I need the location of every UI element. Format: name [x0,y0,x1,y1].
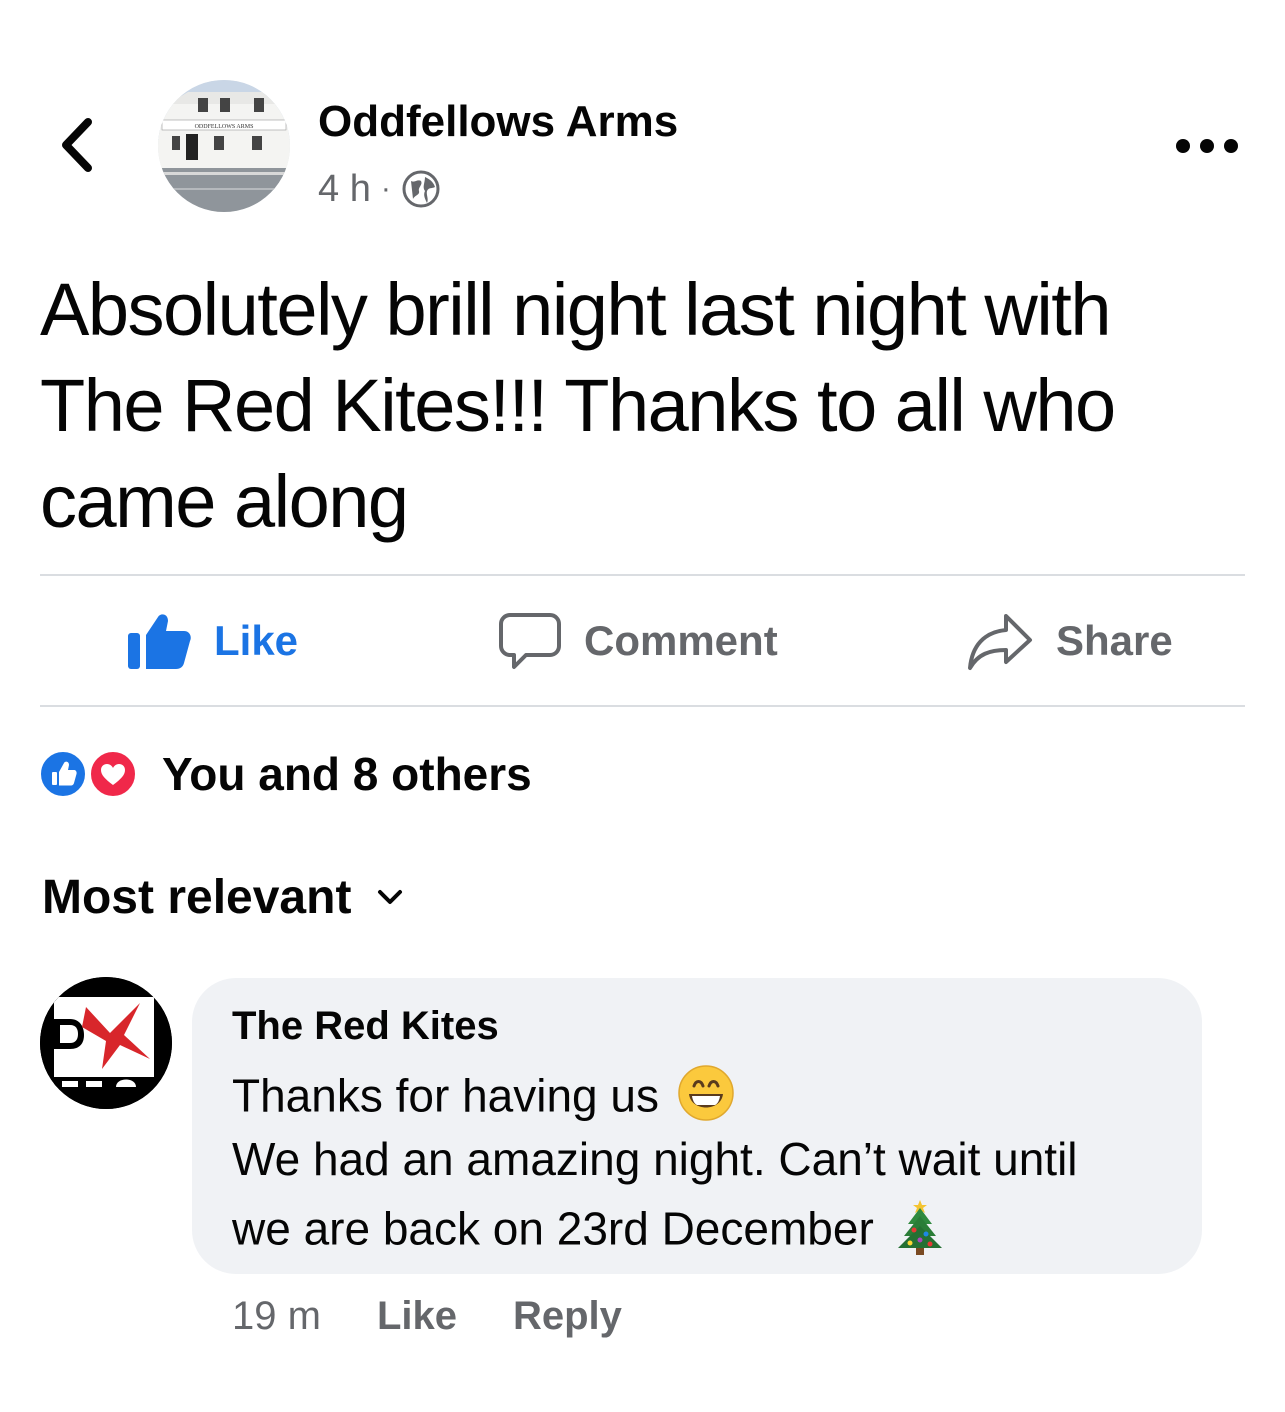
back-button[interactable] [52,112,102,178]
commenter-avatar[interactable] [40,977,172,1109]
more-dot-icon [1176,139,1190,153]
post-line: Absolutely brill night last night with [40,268,1112,351]
comment-text: Thanks for having us [232,1069,660,1122]
more-options-button[interactable] [1176,132,1238,160]
reaction-icons [38,746,148,802]
comment-time: 19 m [232,1293,321,1338]
post-line: came along [40,460,409,543]
thumbs-up-icon [128,614,191,669]
divider [40,574,1245,576]
meta-separator: · [380,172,391,205]
share-button[interactable]: Share [966,606,1173,676]
grinning-face-icon [677,1064,735,1135]
share-arrow-icon [968,614,1032,670]
red-kite-logo [40,977,172,1109]
divider [40,705,1245,707]
share-label: Share [1056,617,1173,664]
post-time: 4 h [318,167,371,210]
chevron-down-icon [378,889,403,904]
comment-footer: 19 m Like Reply [232,1290,622,1342]
globe-icon [402,170,440,208]
page-name[interactable]: Oddfellows Arms [318,94,678,150]
page-avatar[interactable]: ODDFELLOWS ARMS [158,80,290,212]
like-reaction-icon [38,749,88,799]
christmas-tree-icon [892,1196,948,1269]
like-label: Like [214,617,299,664]
post-line: The Red Kites!!! Thanks to all who [40,364,1116,447]
comment-sort-dropdown[interactable]: Most relevant [42,870,405,925]
reaction-summary[interactable]: You and 8 others [38,746,532,802]
post-meta: 4 h · [318,166,441,212]
like-button[interactable]: Like [126,606,298,676]
comment-text: we are back on 23rd December [232,1202,874,1255]
comment-text-line: We had an amazing night. Can’t wait unti… [232,1133,1078,1185]
building-photo: ODDFELLOWS ARMS [158,80,290,212]
love-reaction-icon [88,749,138,799]
comment-author[interactable]: The Red Kites [232,1004,499,1049]
post-body: Absolutely brill night last night with T… [40,262,1250,550]
post-screen: ODDFELLOWS ARMS Oddfellows Arms 4 h · Ab [0,0,1285,1412]
chevron-left-icon [62,118,92,172]
comment-reply-button[interactable]: Reply [513,1294,622,1339]
comment-bubble-icon [499,613,561,669]
comment-text-line: we are back on 23rd December [232,1196,948,1269]
avatar-sign-text: ODDFELLOWS ARMS [195,124,254,130]
comment-like-button[interactable]: Like [377,1294,457,1339]
more-dot-icon [1200,139,1214,153]
sort-label: Most relevant [42,871,352,924]
comment-label: Comment [584,617,778,664]
comment-button[interactable]: Comment [498,606,778,676]
reaction-count-text: You and 8 others [162,748,532,800]
more-dot-icon [1224,139,1238,153]
comment-text-line: Thanks for having us [232,1064,735,1135]
